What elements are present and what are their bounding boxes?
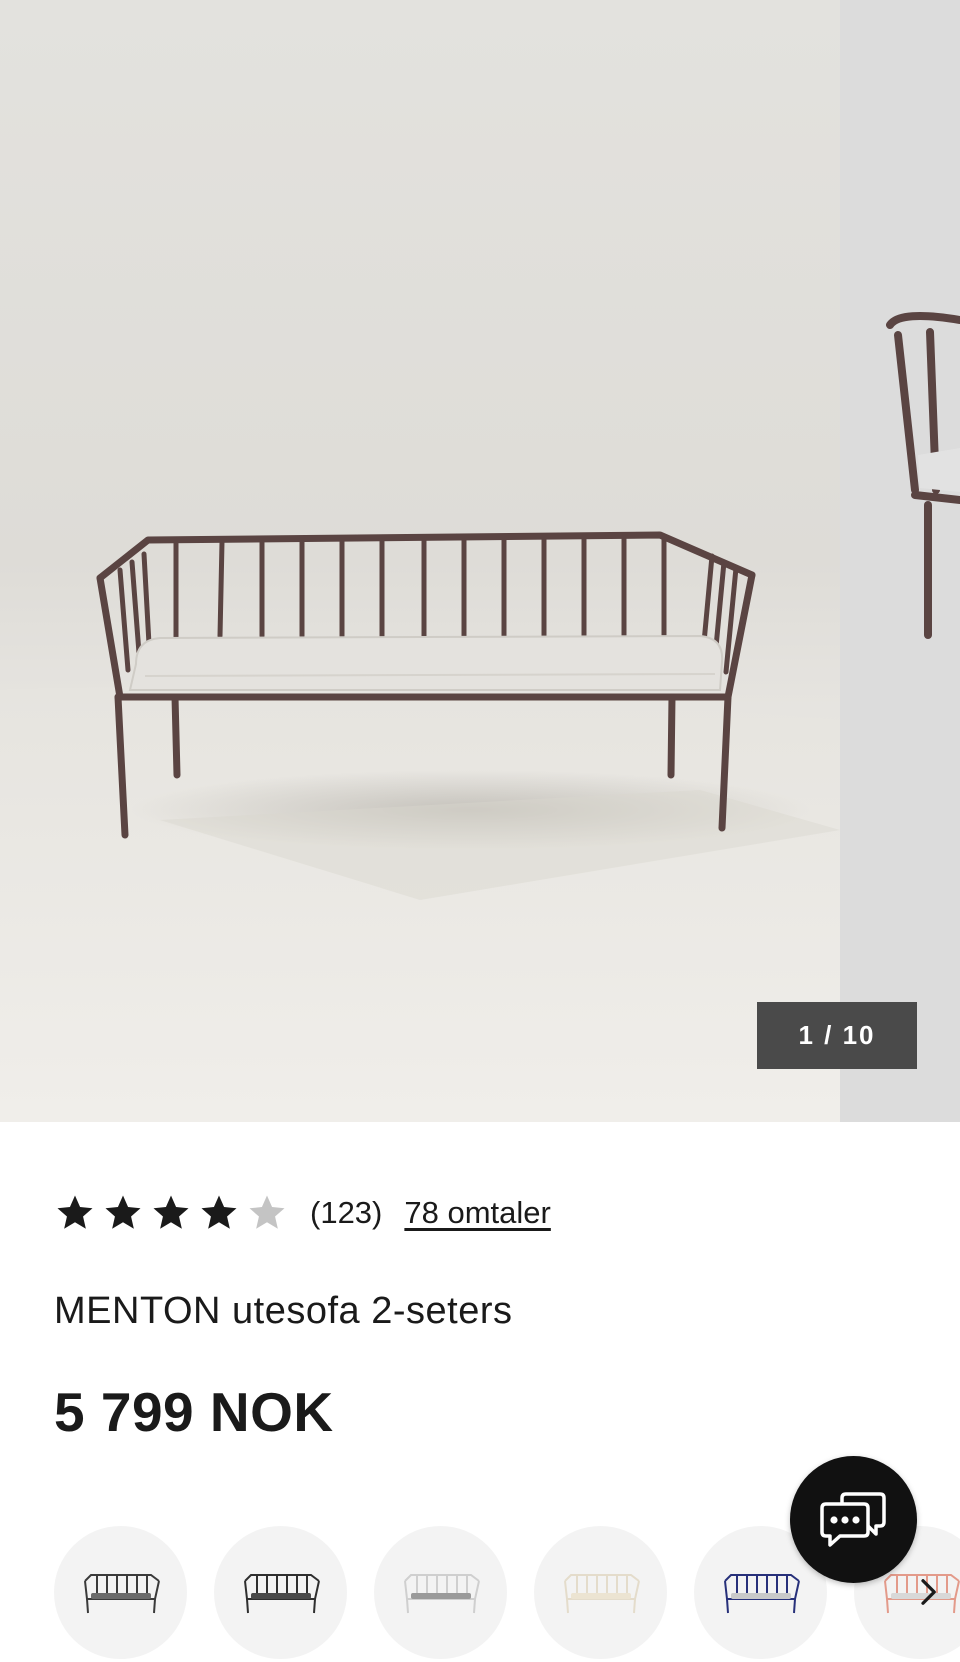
image-counter: 1 / 10	[757, 1002, 917, 1069]
chat-button[interactable]	[790, 1456, 917, 1583]
star-icon	[201, 1195, 237, 1229]
star-empty-icon	[249, 1195, 285, 1229]
variant-swatch[interactable]	[534, 1526, 667, 1659]
variant-sofa-thumbnail	[243, 1573, 320, 1613]
reviews-link[interactable]: 78 omtaler	[404, 1195, 550, 1231]
chevron-right-icon	[921, 1579, 936, 1605]
variants-next-button[interactable]	[904, 1568, 952, 1616]
chair-illustration	[886, 312, 960, 639]
variant-swatch[interactable]	[54, 1526, 187, 1659]
variant-sofa-thumbnail	[563, 1573, 640, 1613]
product-title: MENTON utesofa 2-seters	[54, 1290, 513, 1332]
variant-swatch[interactable]	[214, 1526, 347, 1659]
rating-row: (123) 78 omtaler	[54, 1188, 551, 1238]
star-icon	[57, 1195, 93, 1229]
sofa-illustration	[0, 531, 840, 1122]
star-rating	[54, 1192, 288, 1234]
star-icon	[105, 1195, 141, 1229]
next-product-image[interactable]	[840, 0, 960, 1122]
variant-swatch[interactable]	[374, 1526, 507, 1659]
variant-sofa-thumbnail	[83, 1573, 160, 1613]
chat-icon	[819, 1491, 886, 1547]
product-price: 5 799 NOK	[54, 1381, 334, 1443]
star-icon	[153, 1195, 189, 1229]
variant-sofa-thumbnail	[403, 1573, 480, 1613]
variant-sofa-thumbnail	[723, 1573, 800, 1613]
rating-count: (123)	[310, 1195, 383, 1230]
product-image-gallery[interactable]: 1 / 10	[0, 0, 960, 1122]
product-image[interactable]	[0, 0, 840, 1122]
